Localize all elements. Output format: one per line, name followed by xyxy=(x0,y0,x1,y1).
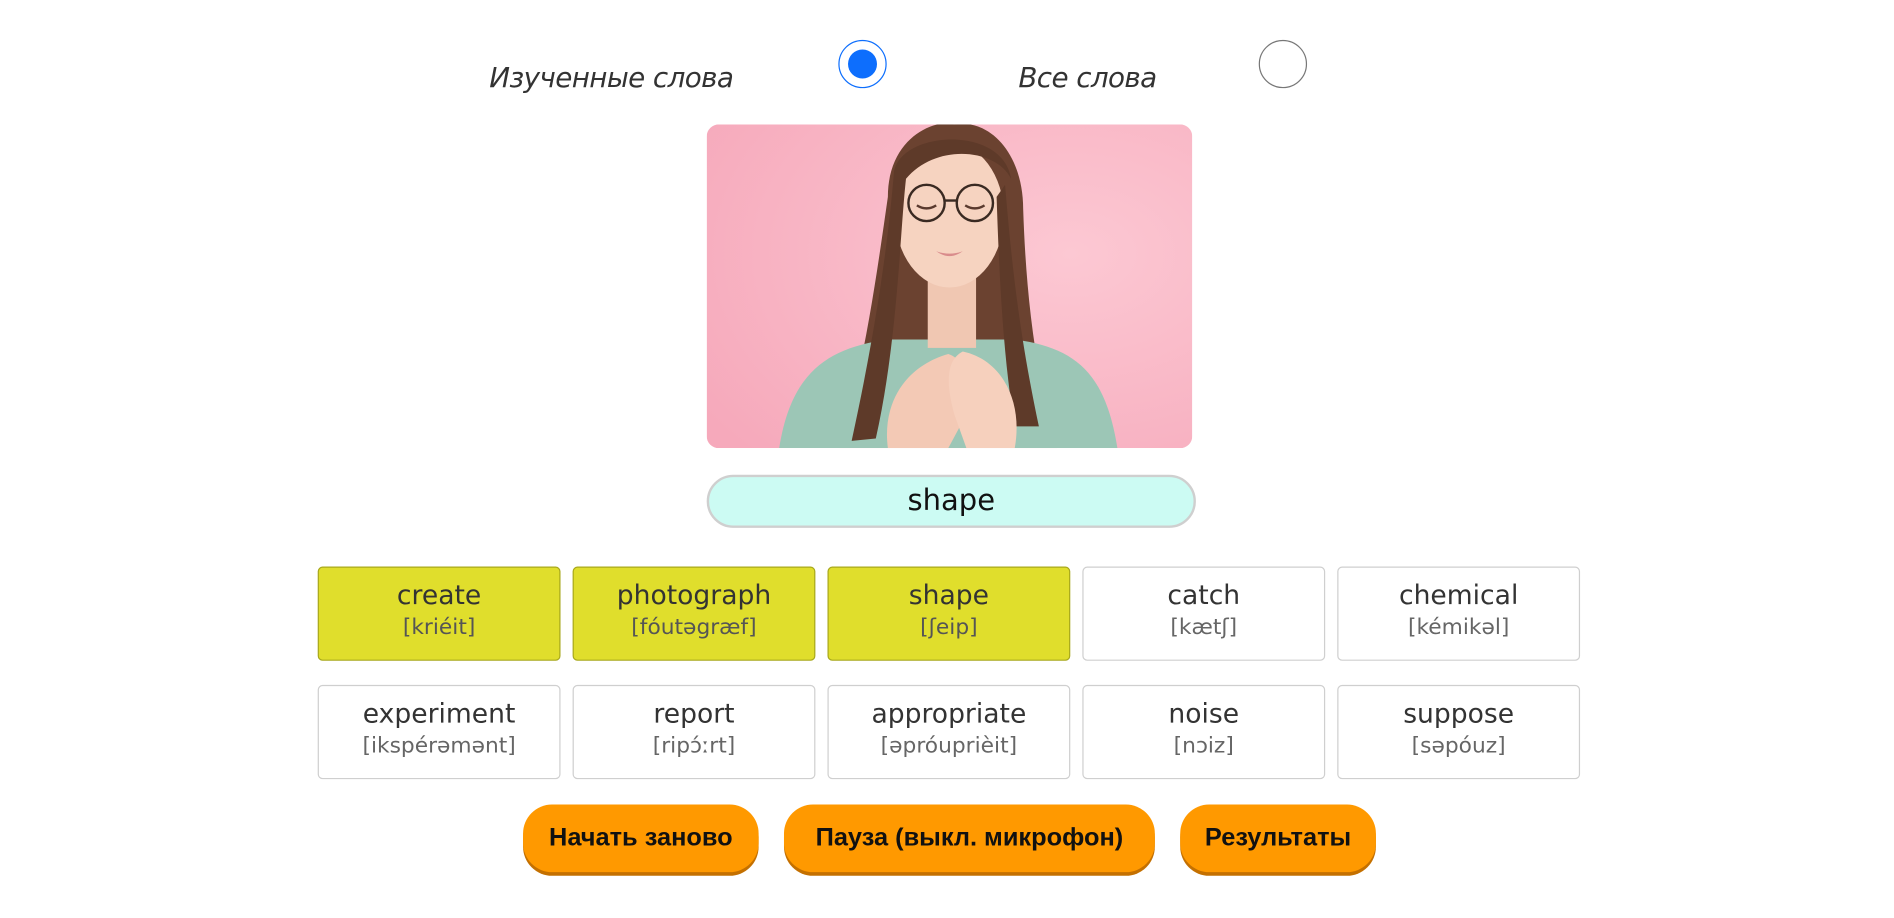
learned-words-radio[interactable] xyxy=(838,39,887,89)
pause-microphone-button[interactable]: Пауза (выкл. микрофон) xyxy=(783,804,1155,873)
word-text: shape xyxy=(908,581,989,612)
word-transcription: [kémikəl] xyxy=(1407,614,1510,641)
word-transcription: [əpróuprièit] xyxy=(880,733,1018,759)
word-card[interactable]: photograph [fóutəgræf] xyxy=(572,566,816,661)
word-text: report xyxy=(653,699,735,730)
woman-hands-on-heart-photo xyxy=(706,124,1193,449)
word-transcription: [fóutəgræf] xyxy=(631,614,757,641)
word-transcription: [ikspérəmənt] xyxy=(362,733,516,759)
word-card[interactable]: report [ripɔ́ːrt] xyxy=(572,684,816,780)
word-text: chemical xyxy=(1398,581,1519,612)
word-card[interactable]: experiment [ikspérəmənt] xyxy=(317,684,561,780)
results-button[interactable]: Результаты xyxy=(1180,804,1376,873)
word-picture xyxy=(706,124,1193,449)
word-card[interactable]: chemical [kémikəl] xyxy=(1337,566,1581,661)
word-transcription: [ripɔ́ːrt] xyxy=(652,733,736,759)
word-transcription: [nɔiz] xyxy=(1173,733,1234,759)
word-transcription: [ʃeip] xyxy=(920,614,978,641)
word-text: suppose xyxy=(1403,699,1515,730)
word-card[interactable]: create [kriéit] xyxy=(317,566,561,661)
word-text: appropriate xyxy=(871,699,1027,730)
radio-selected-dot xyxy=(848,49,878,79)
word-transcription: [kætʃ] xyxy=(1170,614,1238,641)
word-text: experiment xyxy=(362,699,516,730)
word-text: noise xyxy=(1168,699,1240,730)
word-text: catch xyxy=(1167,581,1241,612)
word-card[interactable]: appropriate [əpróuprièit] xyxy=(827,684,1071,780)
word-text: photograph xyxy=(616,581,772,612)
word-card[interactable]: suppose [səpóuz] xyxy=(1337,684,1581,780)
answer-field[interactable]: shape xyxy=(706,474,1196,528)
word-text: create xyxy=(396,581,482,612)
word-card[interactable]: shape [ʃeip] xyxy=(827,566,1071,661)
all-words-radio[interactable] xyxy=(1258,39,1308,89)
word-transcription: [səpóuz] xyxy=(1411,733,1506,759)
word-card[interactable]: noise [nɔiz] xyxy=(1082,684,1326,780)
restart-button[interactable]: Начать заново xyxy=(523,804,759,873)
all-words-label: Все слова xyxy=(1018,62,1157,95)
learned-words-label: Изученные слова xyxy=(489,62,734,95)
word-transcription: [kriéit] xyxy=(402,614,476,641)
word-card[interactable]: catch [kætʃ] xyxy=(1082,566,1326,661)
